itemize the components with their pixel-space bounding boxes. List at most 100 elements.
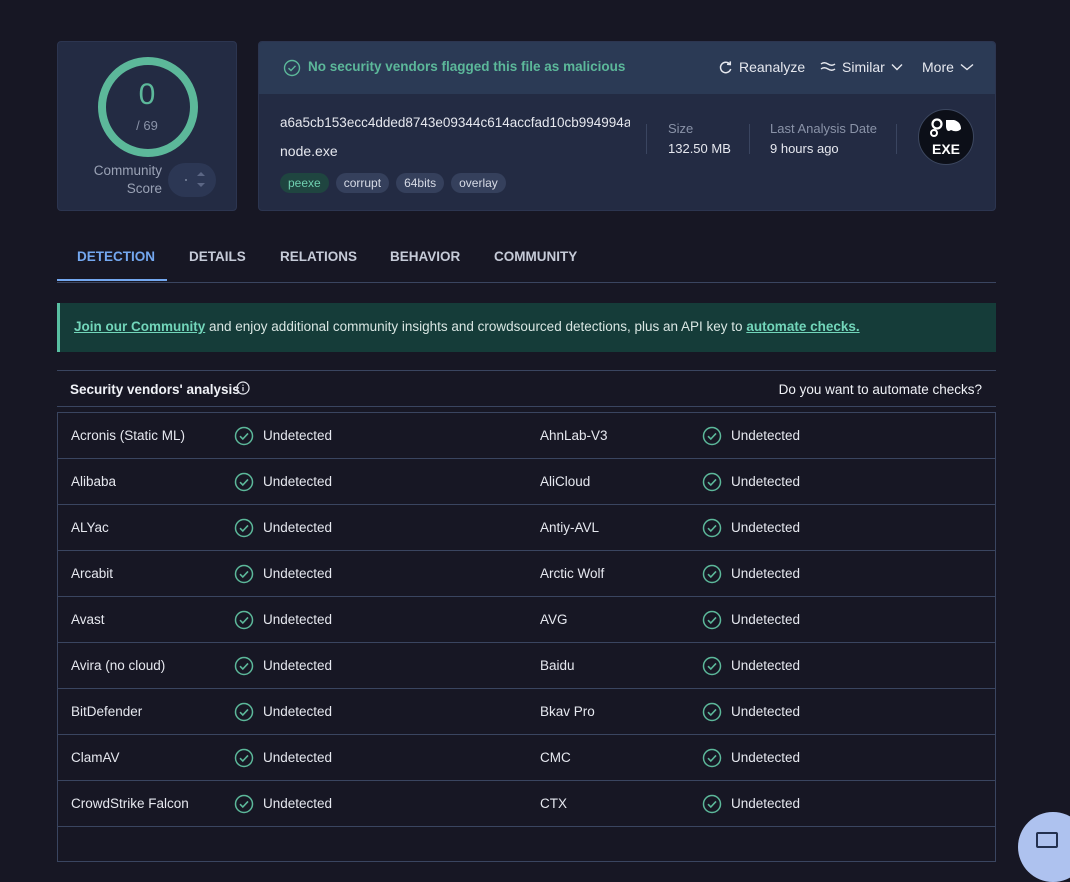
automate-checks-prompt[interactable]: Do you want to automate checks? [779, 382, 982, 397]
vendor-result: Undetected [731, 750, 801, 765]
tag-peexe[interactable]: peexe [280, 173, 329, 193]
banner-text: and enjoy additional community insights … [205, 319, 747, 334]
file-type-exe-icon: EXE [918, 109, 974, 165]
tag-64bits[interactable]: 64bits [396, 173, 445, 193]
vendor-name: CTX [540, 796, 567, 811]
vendor-name: Bkav Pro [540, 704, 595, 719]
size-value: 132.50 MB [668, 141, 731, 156]
vendor-name: AhnLab-V3 [540, 428, 608, 443]
downvote-arrow-icon[interactable] [197, 183, 205, 187]
refresh-icon [719, 60, 732, 73]
floating-action-button[interactable] [1018, 812, 1070, 882]
similar-label: Similar [842, 59, 885, 75]
check-circle-icon [702, 748, 722, 768]
vendor-name: Avira (no cloud) [71, 658, 166, 673]
divider [896, 124, 897, 154]
vendor-result: Undetected [731, 474, 801, 489]
table-row: Arcabit Undetected Arctic Wolf Undetected [58, 551, 995, 597]
community-vote-control[interactable] [168, 163, 216, 197]
vendor-name: Baidu [540, 658, 575, 673]
tab-behavior[interactable]: BEHAVIOR [390, 249, 460, 264]
automate-checks-link[interactable]: automate checks. [746, 319, 859, 334]
vendor-result: Undetected [263, 750, 333, 765]
vendor-name: Antiy-AVL [540, 520, 600, 535]
check-circle-icon [702, 656, 722, 676]
vendor-result: Undetected [263, 796, 333, 811]
check-circle-icon [234, 472, 254, 492]
vendor-name: Alibaba [71, 474, 117, 489]
vendor-result: Undetected [731, 566, 801, 581]
table-row: BitDefender Undetected Bkav Pro Undetected [58, 689, 995, 735]
vendor-name: Arcabit [71, 566, 114, 581]
more-label: More [922, 59, 954, 75]
tab-community[interactable]: COMMUNITY [494, 249, 577, 264]
check-circle-icon [234, 426, 254, 446]
divider [749, 124, 750, 154]
tag-corrupt[interactable]: corrupt [335, 173, 390, 193]
info-icon[interactable] [236, 381, 250, 395]
vendors-analysis-header: Security vendors' analysis Do you want t… [57, 370, 996, 407]
similar-button[interactable]: Similar [820, 59, 903, 75]
check-circle-icon [702, 564, 722, 584]
tag-overlay[interactable]: overlay [451, 173, 506, 193]
chevron-down-icon [891, 64, 903, 71]
screen-icon [1036, 832, 1058, 848]
size-label: Size [668, 121, 694, 136]
detection-total: / 69 [136, 118, 158, 133]
vendor-result: Undetected [731, 612, 801, 627]
check-circle-icon [702, 518, 722, 538]
table-row: ClamAV Undetected CMC Undetected [58, 735, 995, 781]
join-community-link[interactable]: Join our Community [74, 319, 205, 334]
check-circle-icon [234, 518, 254, 538]
divider [646, 124, 647, 154]
vendor-result: Undetected [731, 796, 801, 811]
vendor-result: Undetected [263, 612, 333, 627]
chevron-down-icon [960, 63, 974, 71]
vendor-result: Undetected [263, 520, 333, 535]
detection-count: 0 [138, 78, 156, 111]
vendor-result: Undetected [263, 428, 333, 443]
vendor-name: CrowdStrike Falcon [71, 796, 189, 811]
tab-relations[interactable]: RELATIONS [280, 249, 357, 264]
vendor-result: Undetected [263, 704, 333, 719]
vendor-result: Undetected [731, 428, 801, 443]
check-circle-icon [702, 610, 722, 630]
vendor-result: Undetected [263, 566, 333, 581]
table-row: Alibaba Undetected AliCloud Undetected [58, 459, 995, 505]
section-tabs: DETECTION DETAILS RELATIONS BEHAVIOR COM… [57, 236, 996, 283]
reanalyze-button[interactable]: Reanalyze [718, 59, 805, 75]
analysis-status-text: No security vendors flagged this file as… [308, 59, 626, 74]
reanalyze-label: Reanalyze [739, 59, 806, 75]
similar-icon [820, 62, 836, 71]
table-row: Avira (no cloud) Undetected Baidu Undetecte… [58, 643, 995, 689]
detection-score-card: 0 / 69 Community Score [57, 41, 237, 211]
vendor-name: Acronis (Static ML) [71, 428, 186, 443]
check-circle-icon [702, 702, 722, 722]
file-type-label: EXE [931, 141, 960, 157]
tab-detection[interactable]: DETECTION [77, 249, 155, 264]
check-circle-icon [702, 426, 722, 446]
last-analysis-value: 9 hours ago [770, 141, 839, 156]
tab-details[interactable]: DETAILS [189, 249, 246, 264]
vendor-name: CMC [540, 750, 571, 765]
check-circle-icon [234, 610, 254, 630]
table-row: Acronis (Static ML) Undetected AhnLab-V3 Un… [58, 413, 995, 459]
vendor-name: AVG [540, 612, 568, 627]
vendors-analysis-title: Security vendors' analysis [70, 382, 240, 397]
file-info-card: No security vendors flagged this file as… [258, 41, 996, 211]
vendor-result: Undetected [731, 704, 801, 719]
upvote-arrow-icon[interactable] [197, 172, 205, 176]
table-row: ALYac Undetected Antiy-AVL Undetected [58, 505, 995, 551]
check-circle-icon [234, 748, 254, 768]
check-circle-icon [702, 472, 722, 492]
vendor-name: Avast [71, 612, 105, 627]
check-circle-icon [234, 656, 254, 676]
gears-icon [930, 118, 961, 137]
analysis-status-bar: No security vendors flagged this file as… [259, 42, 995, 94]
check-circle-icon [234, 564, 254, 584]
community-banner: Join our Community and enjoy additional … [57, 303, 996, 352]
community-score-label: Community Score [93, 163, 162, 196]
table-row: Avast Undetected AVG Undetected [58, 597, 995, 643]
more-button[interactable]: More [922, 59, 974, 75]
file-hash[interactable]: a6a5cb153ecc4dded8743e09344c614accfad10c… [280, 115, 630, 130]
